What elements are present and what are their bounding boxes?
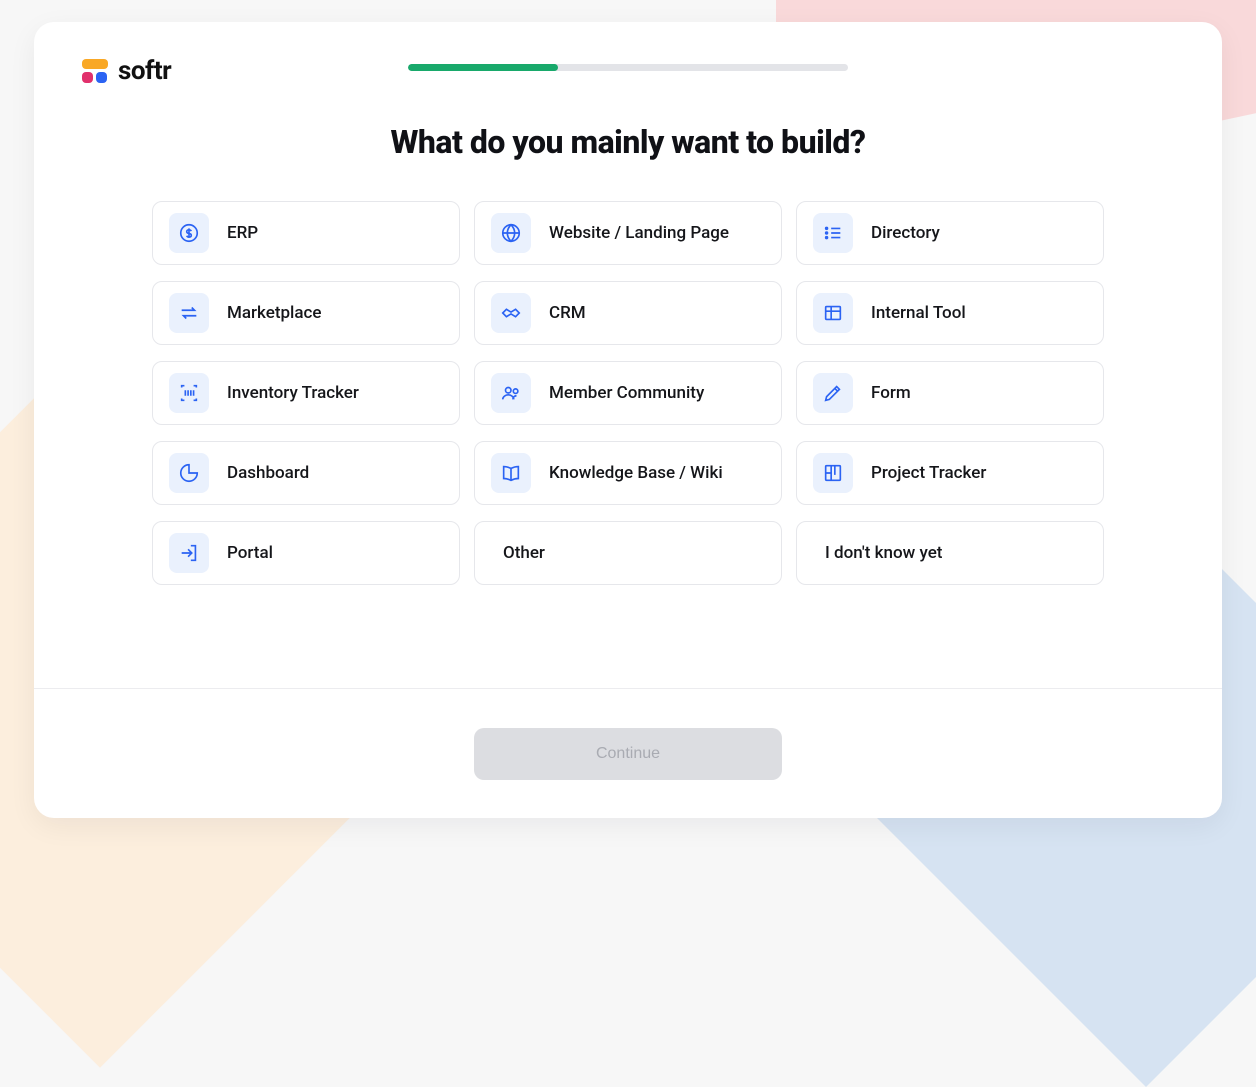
option-project-tracker[interactable]: Project Tracker xyxy=(796,441,1104,505)
option-internal-tool[interactable]: Internal Tool xyxy=(796,281,1104,345)
option-label: Member Community xyxy=(549,383,704,403)
option-member-community[interactable]: Member Community xyxy=(474,361,782,425)
people-icon xyxy=(491,373,531,413)
option-knowledge-base[interactable]: Knowledge Base / Wiki xyxy=(474,441,782,505)
option-label: Project Tracker xyxy=(871,463,986,483)
option-label: Website / Landing Page xyxy=(549,223,729,243)
option-other[interactable]: Other xyxy=(474,521,782,585)
continue-button[interactable]: Continue xyxy=(474,728,782,780)
progress-fill xyxy=(408,64,558,71)
option-directory[interactable]: Directory xyxy=(796,201,1104,265)
option-label: ERP xyxy=(227,223,258,243)
pencil-icon xyxy=(813,373,853,413)
option-dashboard[interactable]: Dashboard xyxy=(152,441,460,505)
options-grid: ERP Website / Landing Page Directory Mar… xyxy=(152,201,1104,585)
option-crm[interactable]: CRM xyxy=(474,281,782,345)
option-inventory-tracker[interactable]: Inventory Tracker xyxy=(152,361,460,425)
book-icon xyxy=(491,453,531,493)
option-website[interactable]: Website / Landing Page xyxy=(474,201,782,265)
continue-label: Continue xyxy=(596,745,660,762)
login-icon xyxy=(169,533,209,573)
brand-logo: softr xyxy=(82,56,171,86)
option-label: Inventory Tracker xyxy=(227,383,359,403)
dollar-circle-icon xyxy=(169,213,209,253)
brand-logo-mark xyxy=(82,59,108,83)
option-label: Knowledge Base / Wiki xyxy=(549,463,723,483)
option-label: Marketplace xyxy=(227,303,322,323)
option-label: Directory xyxy=(871,223,940,243)
piechart-icon xyxy=(169,453,209,493)
option-unknown[interactable]: I don't know yet xyxy=(796,521,1104,585)
option-form[interactable]: Form xyxy=(796,361,1104,425)
option-marketplace[interactable]: Marketplace xyxy=(152,281,460,345)
option-portal[interactable]: Portal xyxy=(152,521,460,585)
option-label: I don't know yet xyxy=(825,543,942,563)
globe-icon xyxy=(491,213,531,253)
onboarding-card: softr What do you mainly want to build? … xyxy=(34,22,1222,818)
option-label: Portal xyxy=(227,543,273,563)
swap-icon xyxy=(169,293,209,333)
progress-bar xyxy=(408,64,848,71)
brand-name: softr xyxy=(118,56,171,86)
option-label: Form xyxy=(871,383,911,403)
option-label: CRM xyxy=(549,303,586,323)
table-icon xyxy=(813,293,853,333)
barcode-icon xyxy=(169,373,209,413)
option-label: Other xyxy=(503,543,545,563)
list-icon xyxy=(813,213,853,253)
option-label: Dashboard xyxy=(227,463,309,483)
footer: Continue xyxy=(34,688,1222,818)
page-title: What do you mainly want to build? xyxy=(391,123,866,161)
option-erp[interactable]: ERP xyxy=(152,201,460,265)
handshake-icon xyxy=(491,293,531,333)
option-label: Internal Tool xyxy=(871,303,966,323)
kanban-icon xyxy=(813,453,853,493)
